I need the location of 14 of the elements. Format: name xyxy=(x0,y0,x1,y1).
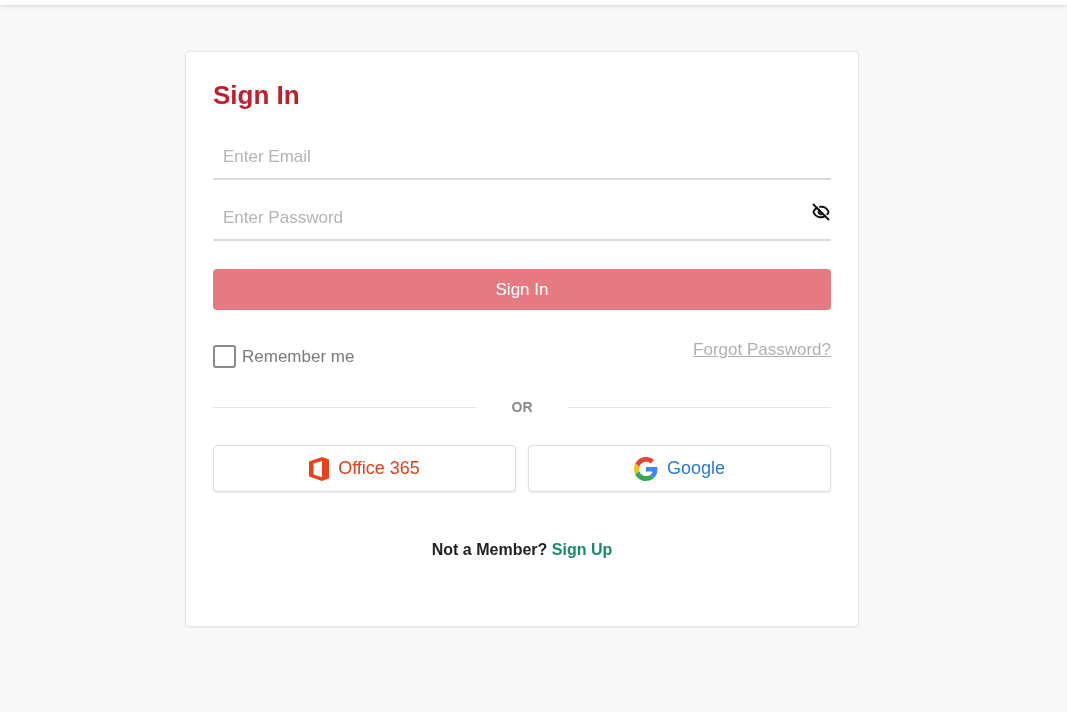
office365-button[interactable]: Office 365 xyxy=(213,445,516,492)
remember-label: Remember me xyxy=(242,346,355,368)
or-divider-label: OR xyxy=(510,397,534,417)
card-title: Sign In xyxy=(213,80,300,110)
office-logo-icon xyxy=(309,456,330,481)
password-field[interactable]: Enter Password xyxy=(213,197,831,241)
sign-up-link[interactable]: Sign Up xyxy=(551,541,613,558)
email-field[interactable]: Enter Email xyxy=(213,136,831,180)
google-button[interactable]: Google xyxy=(528,445,831,492)
google-logo-icon xyxy=(633,456,658,481)
sign-up-prompt: Not a Member? Sign Up xyxy=(431,540,613,560)
remember-checkbox[interactable] xyxy=(213,344,236,368)
eye-off-icon[interactable] xyxy=(812,203,830,221)
forgot-password-link[interactable]: Forgot Password? xyxy=(693,339,831,361)
